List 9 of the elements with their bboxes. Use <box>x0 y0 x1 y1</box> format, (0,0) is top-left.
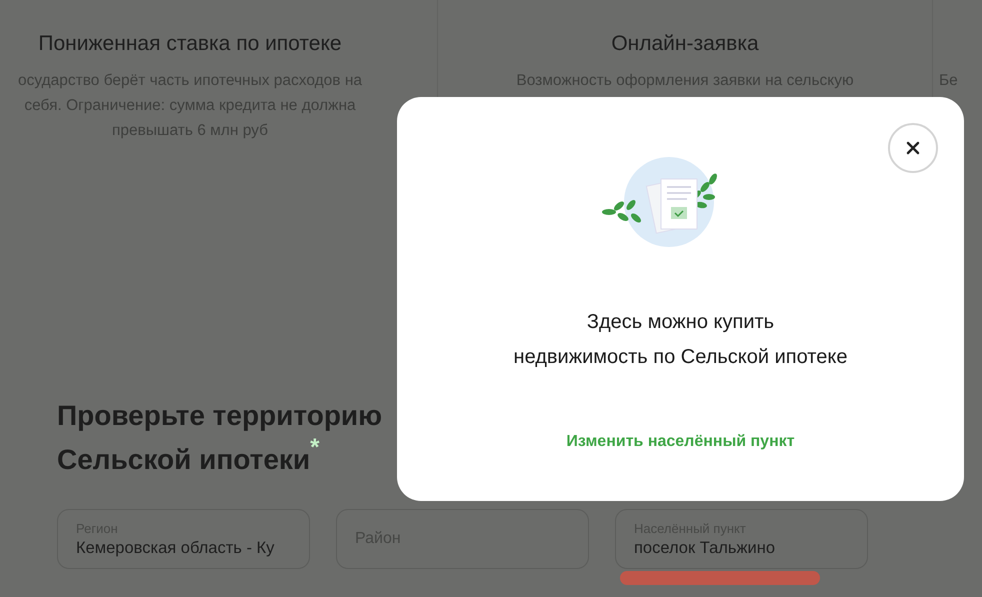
section-heading: Проверьте территорию Сельской ипотеки$^{*}$ <box>57 399 382 477</box>
field-value: Кемеровская область - Ку <box>76 538 276 558</box>
close-icon <box>906 141 920 155</box>
change-locality-link[interactable]: Изменить населённый пункт <box>566 433 795 451</box>
field-value: поселок Тальжино <box>634 538 776 558</box>
close-button[interactable] <box>888 123 938 173</box>
modal-message: Здесь можно купить недвижимость по Сельской ипотеке <box>514 310 848 370</box>
card-title: Пониженная ставка по ипотеке <box>37 31 343 57</box>
card-title: Онлайн-заявка <box>610 31 760 57</box>
